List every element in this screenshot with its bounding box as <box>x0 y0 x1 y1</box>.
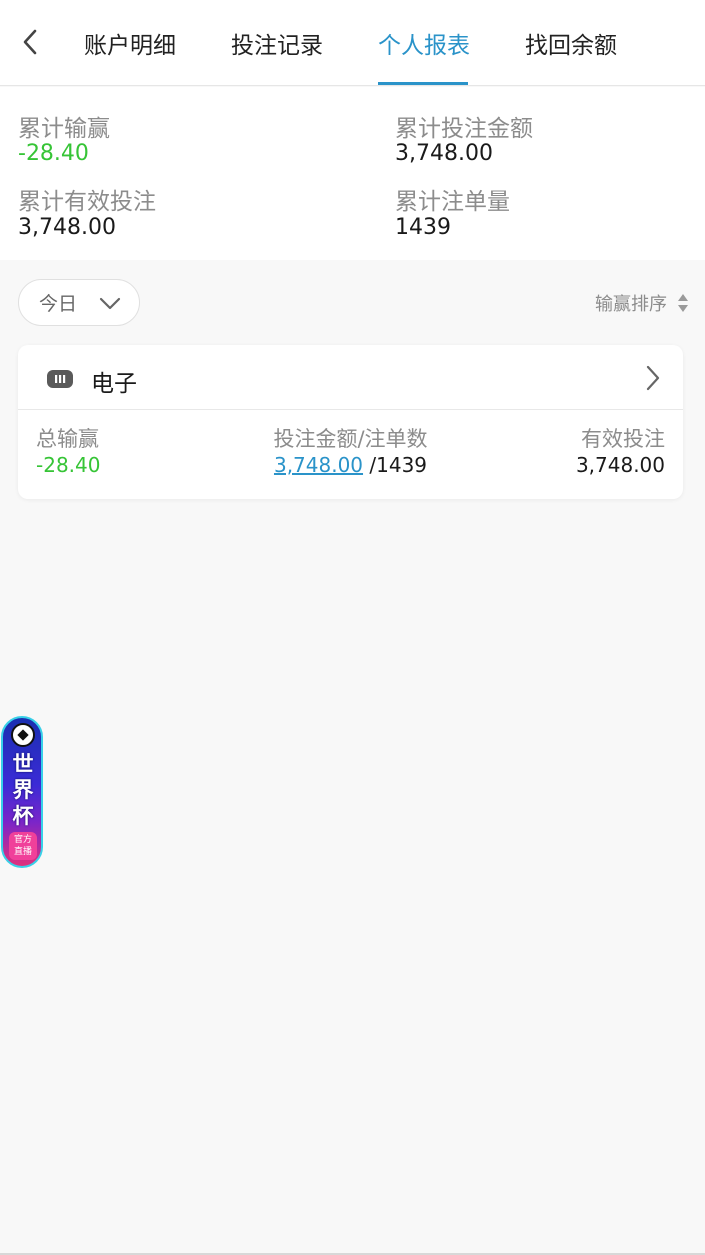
valid-bet-label: 有效投注 <box>581 427 665 451</box>
sort-label: 输赢排序 <box>595 294 667 315</box>
chevron-left-icon <box>23 29 37 55</box>
back-button[interactable] <box>14 26 46 58</box>
total-bet-amount-label: 累计投注金额 <box>395 116 533 142</box>
sort-icon <box>678 294 688 312</box>
total-valid-bet-value: 3,748.00 <box>18 215 116 240</box>
card-title: 电子 <box>91 371 137 397</box>
soccer-ball-icon <box>11 723 35 747</box>
tab-bet-records[interactable]: 投注记录 <box>231 0 323 86</box>
total-valid-bet-label: 累计有效投注 <box>18 189 156 215</box>
chevron-right-icon <box>646 365 660 391</box>
tab-account-details[interactable]: 账户明细 <box>84 0 176 86</box>
total-win-loss-label: 累计输赢 <box>18 116 110 142</box>
sort-by-win-loss[interactable]: 输赢排序 <box>595 290 689 316</box>
bet-amount-link[interactable]: 3,748.00 <box>274 453 363 477</box>
badge-sub-line1: 官方 <box>13 835 32 845</box>
active-tab-indicator <box>378 82 468 85</box>
summary-panel: 累计输赢 -28.40 累计投注金额 3,748.00 累计有效投注 3,748… <box>0 87 705 260</box>
total-order-count-label: 累计注单量 <box>395 189 510 215</box>
tab-personal-report[interactable]: 个人报表 <box>378 0 470 86</box>
gamepad-icon <box>47 370 73 388</box>
tab-recover-balance[interactable]: 找回余额 <box>525 0 617 86</box>
valid-bet-value: 3,748.00 <box>575 453 665 477</box>
total-order-count-value: 1439 <box>395 215 451 240</box>
top-nav: 账户明细 投注记录 个人报表 找回余额 <box>0 0 705 86</box>
period-select-value: 今日 <box>39 293 78 315</box>
category-card-electronic[interactable]: 电子 总输赢 -28.40 投注金额/注单数 3,748.00 /1439 有效… <box>18 345 683 499</box>
period-select[interactable]: 今日 <box>18 279 140 326</box>
total-win-loss-value: -28.40 <box>18 141 89 166</box>
bet-count: /1439 <box>363 453 428 477</box>
badge-sub-line2: 直播 <box>13 847 32 857</box>
total-bet-amount-value: 3,748.00 <box>395 141 493 166</box>
badge-char-3: 杯 <box>12 804 34 828</box>
chevron-down-icon <box>99 297 121 310</box>
card-header[interactable]: 电子 <box>18 345 683 410</box>
badge-official-live: 官方 直播 <box>9 832 37 860</box>
world-cup-live-badge[interactable]: 世 界 杯 官方 直播 <box>1 716 43 868</box>
